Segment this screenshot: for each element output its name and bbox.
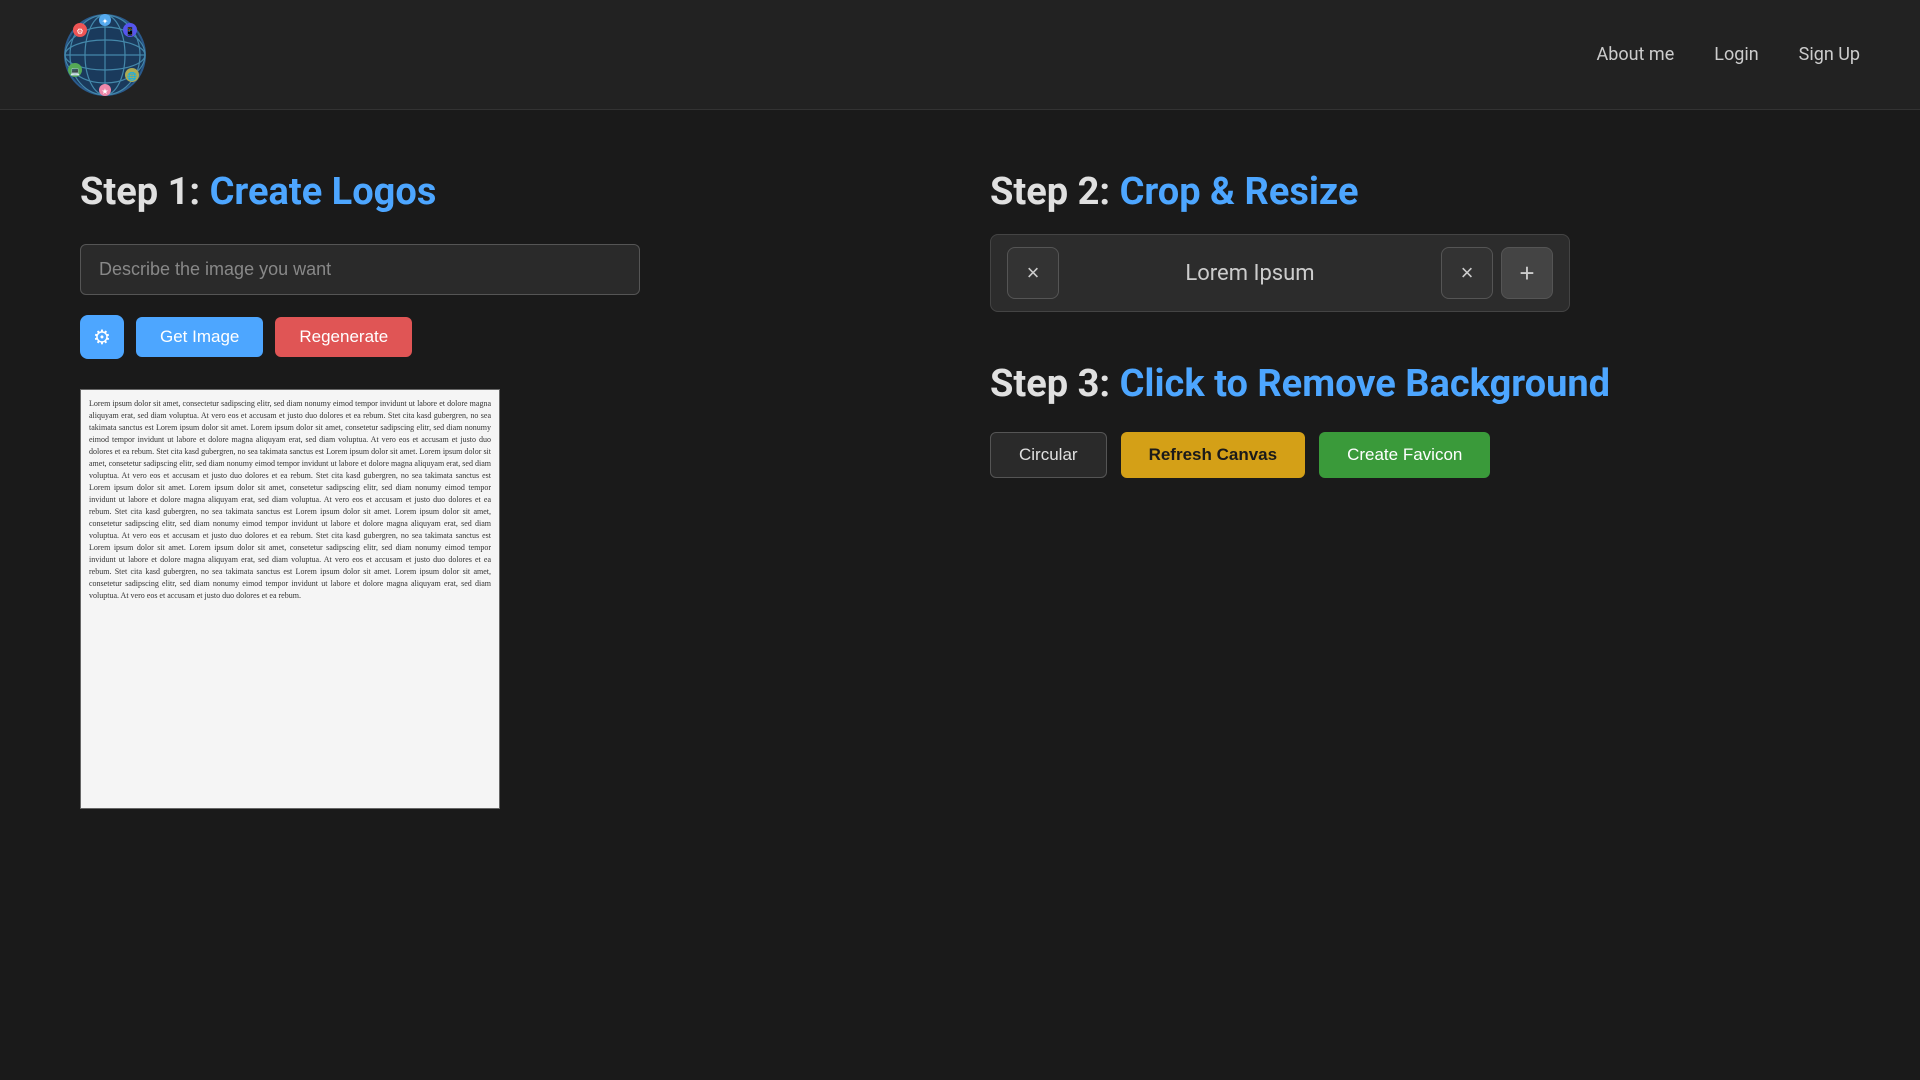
svg-text:✦: ✦	[102, 17, 109, 26]
svg-text:★: ★	[101, 87, 108, 96]
globe-icon: ⚙ 📱 💻 🌐 ✦ ★	[60, 10, 150, 100]
crop-remove-left-button[interactable]: ×	[1007, 247, 1059, 299]
crop-label: Lorem Ipsum	[1059, 261, 1441, 286]
image-description-input[interactable]	[80, 244, 640, 295]
left-column: Step 1: Create Logos ⚙ Get Image Regener…	[80, 170, 930, 809]
lorem-image-text: Lorem ipsum dolor sit amet, consectetur …	[81, 390, 499, 808]
logo: ⚙ 📱 💻 🌐 ✦ ★	[60, 10, 150, 100]
step1-title: Create Logos	[210, 170, 437, 214]
action-buttons: ⚙ Get Image Regenerate	[80, 315, 930, 359]
step3-title: Click to Remove Background	[1120, 362, 1610, 406]
navbar: ⚙ 📱 💻 🌐 ✦ ★ About me Login Sign Up	[0, 0, 1920, 110]
right-column: Step 2: Crop & Resize × Lorem Ipsum × + …	[990, 170, 1840, 809]
create-favicon-button[interactable]: Create Favicon	[1319, 432, 1490, 478]
step3-heading: Step 3: Click to Remove Background	[990, 362, 1840, 408]
step2-title: Crop & Resize	[1120, 170, 1359, 214]
svg-text:💻: 💻	[70, 67, 80, 76]
generated-image-preview: Lorem ipsum dolor sit amet, consectetur …	[80, 389, 500, 809]
settings-gear-button[interactable]: ⚙	[80, 315, 124, 359]
crop-resize-bar: × Lorem Ipsum × +	[990, 234, 1570, 312]
close-left-icon: ×	[1027, 260, 1040, 286]
get-image-button[interactable]: Get Image	[136, 317, 263, 357]
circular-button[interactable]: Circular	[990, 432, 1107, 478]
step1-heading: Step 1: Create Logos	[80, 170, 930, 214]
nav-link-login[interactable]: Login	[1714, 44, 1758, 65]
step2-number: Step 2:	[990, 170, 1110, 214]
close-right-icon: ×	[1461, 260, 1474, 286]
gear-icon: ⚙	[93, 325, 111, 350]
nav-links: About me Login Sign Up	[1597, 44, 1860, 65]
svg-text:📱: 📱	[125, 26, 135, 36]
step2-heading: Step 2: Crop & Resize	[990, 170, 1840, 214]
nav-link-about[interactable]: About me	[1597, 44, 1675, 65]
nav-link-signup[interactable]: Sign Up	[1799, 44, 1860, 65]
svg-text:🌐: 🌐	[127, 71, 137, 81]
crop-remove-right-button[interactable]: ×	[1441, 247, 1493, 299]
step1-number: Step 1:	[80, 170, 200, 214]
main-content: Step 1: Create Logos ⚙ Get Image Regener…	[0, 110, 1920, 869]
refresh-canvas-button[interactable]: Refresh Canvas	[1121, 432, 1306, 478]
step3-number: Step 3:	[990, 362, 1110, 406]
crop-add-button[interactable]: +	[1501, 247, 1553, 299]
plus-icon: +	[1519, 258, 1534, 289]
step3-buttons: Circular Refresh Canvas Create Favicon	[990, 432, 1840, 478]
svg-text:⚙: ⚙	[76, 27, 83, 36]
regenerate-button[interactable]: Regenerate	[275, 317, 412, 357]
